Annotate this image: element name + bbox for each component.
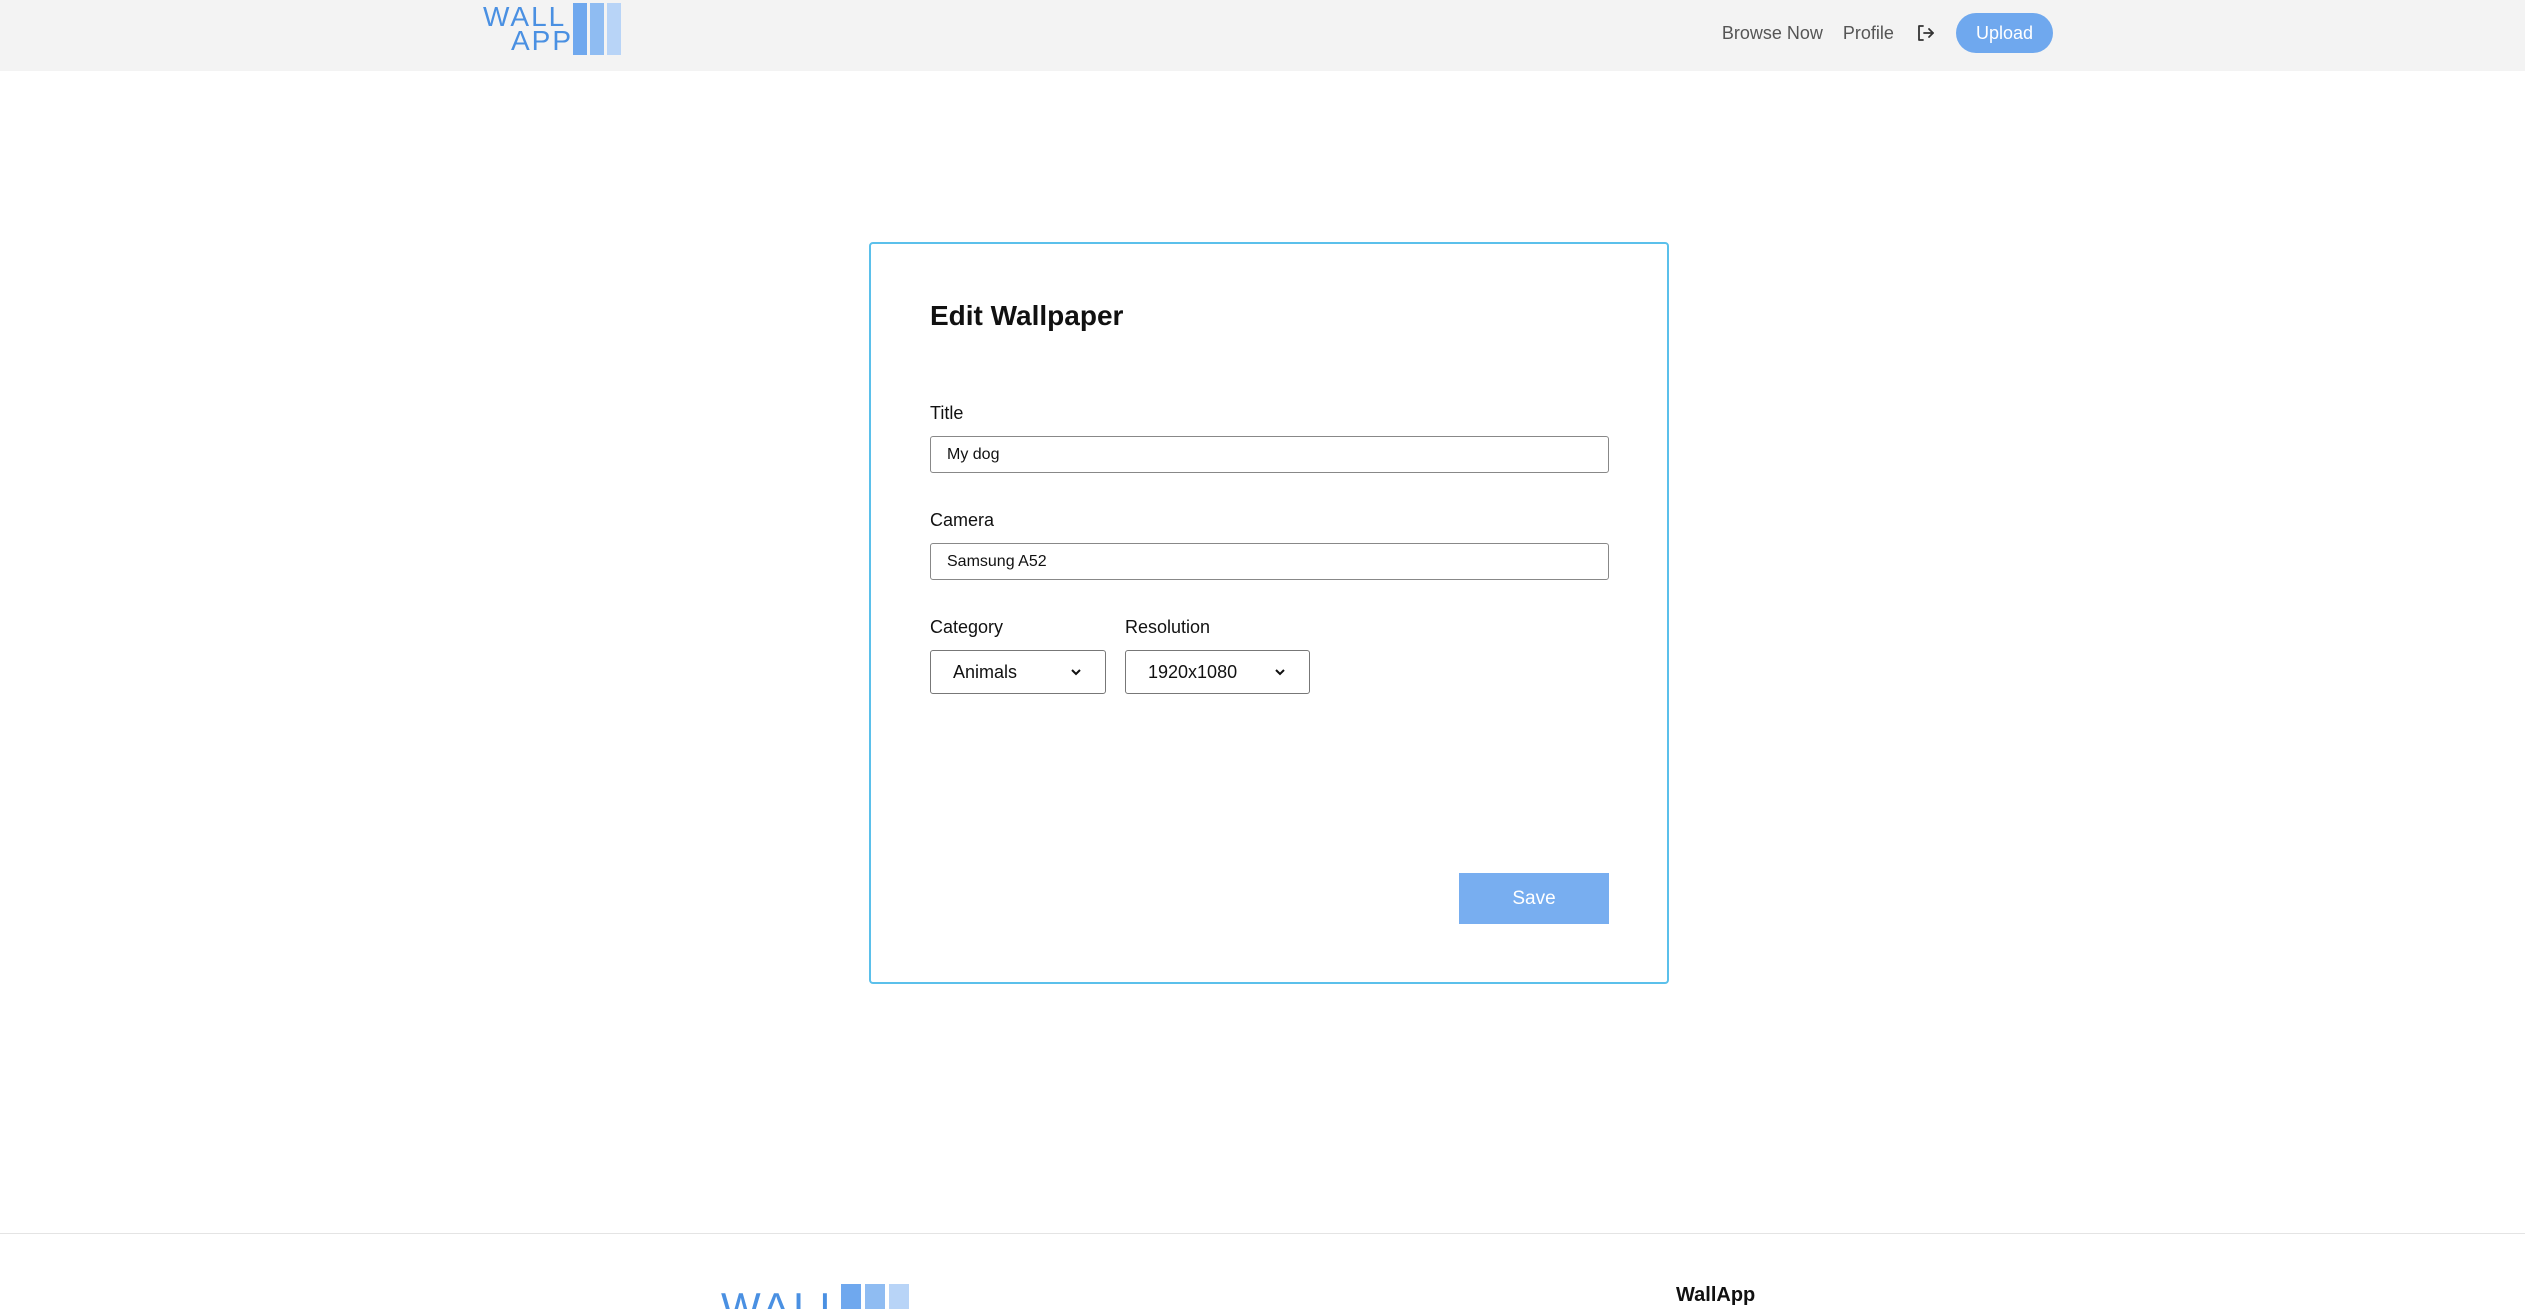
top-navbar: WALL APP Browse Now Profile Upload (0, 0, 2525, 71)
header-nav: Browse Now Profile Upload (1722, 13, 2053, 53)
chevron-down-icon (1273, 665, 1287, 679)
logo-line-2: APP (511, 25, 574, 56)
logo-bar (590, 3, 604, 55)
logo-bar (573, 3, 587, 55)
nav-profile-link[interactable]: Profile (1843, 23, 1894, 44)
upload-button[interactable]: Upload (1955, 13, 2053, 53)
category-selected-value: Animals (953, 661, 1018, 682)
camera-input[interactable] (930, 543, 1609, 580)
nav-browse-now-link[interactable]: Browse Now (1722, 23, 1823, 44)
logo-bar (889, 1284, 909, 1309)
title-input[interactable] (930, 436, 1609, 473)
footer-logo-bars-graphic (841, 1284, 909, 1309)
category-select[interactable]: Animals (930, 650, 1106, 694)
wallapp-logo[interactable]: WALL APP (483, 3, 625, 57)
logo-bar (865, 1284, 885, 1309)
logo-text: WALL APP (483, 3, 574, 56)
footer-logo-text: WALL (721, 1284, 846, 1309)
save-button[interactable]: Save (1459, 873, 1609, 924)
logo-bar (607, 3, 621, 55)
footer: WALL WallApp (0, 1233, 2525, 1309)
footer-logo[interactable]: WALL (721, 1284, 911, 1309)
logout-icon[interactable] (1914, 22, 1936, 44)
title-field-label: Title (930, 403, 964, 423)
chevron-down-icon (1069, 665, 1083, 679)
resolution-selected-value: 1920x1080 (1148, 661, 1238, 682)
camera-field-label: Camera (930, 510, 995, 530)
edit-wallpaper-card: Edit Wallpaper Title Camera Category Ani… (869, 242, 1669, 984)
footer-brand-title: WallApp (1676, 1284, 1756, 1306)
logo-bars-graphic (573, 3, 621, 55)
resolution-field-label: Resolution (1125, 617, 1211, 637)
category-field-label: Category (930, 617, 1004, 637)
resolution-select[interactable]: 1920x1080 (1125, 650, 1310, 694)
page-title: Edit Wallpaper (930, 300, 1124, 331)
logo-bar (841, 1284, 861, 1309)
